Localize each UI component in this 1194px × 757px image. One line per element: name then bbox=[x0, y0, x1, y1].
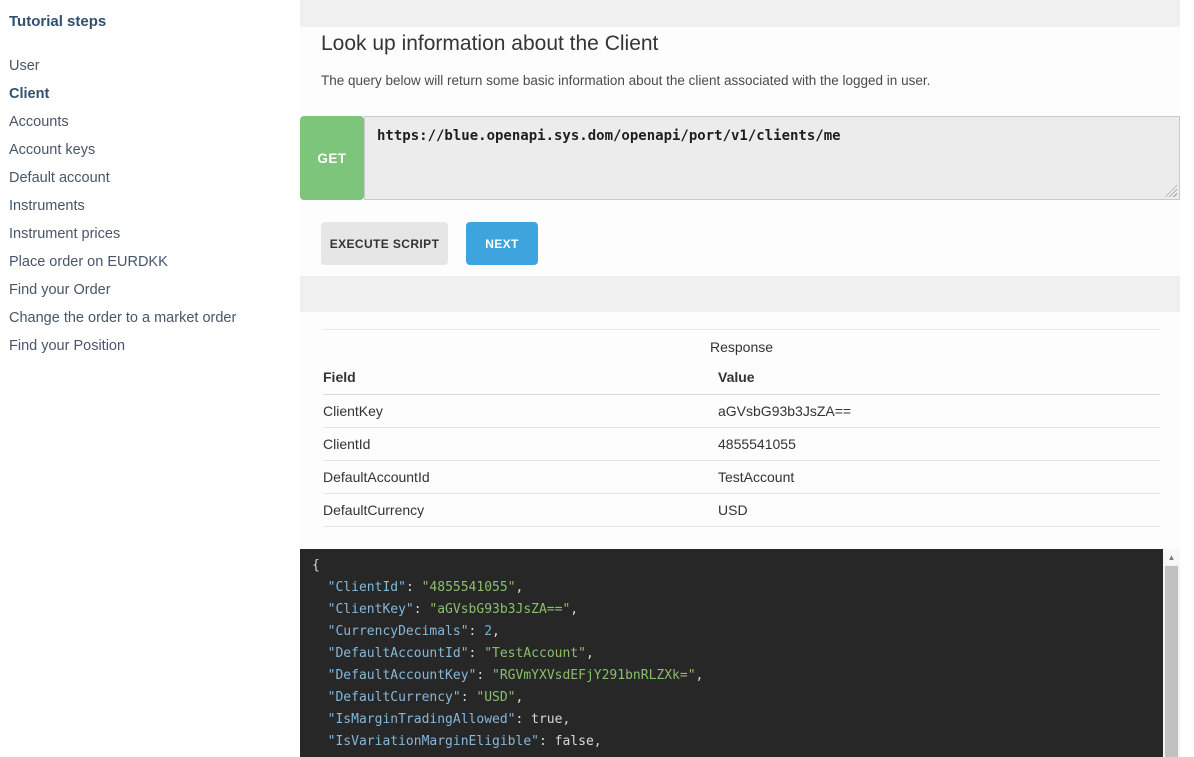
json-response-block: { "ClientId": "4855541055", "ClientKey":… bbox=[300, 549, 1180, 757]
sidebar-item-default-account[interactable]: Default account bbox=[9, 171, 290, 186]
page-title: Look up information about the Client bbox=[300, 27, 1180, 58]
table-row: DefaultCurrencyUSD bbox=[323, 494, 1160, 527]
sidebar-item-client[interactable]: Client bbox=[9, 87, 290, 102]
code-line: "DefaultAccountKey": "RGVmYXVsdEFjY291bn… bbox=[312, 665, 1163, 687]
field-cell: ClientId bbox=[323, 428, 718, 461]
table-row: ClientKeyaGVsbG93b3JsZA== bbox=[323, 395, 1160, 428]
response-caption: Response bbox=[323, 339, 1160, 355]
table-row: DefaultAccountIdTestAccount bbox=[323, 461, 1160, 494]
request-url-input[interactable]: https://blue.openapi.sys.dom/openapi/por… bbox=[364, 116, 1180, 200]
value-cell: TestAccount bbox=[718, 461, 1160, 494]
response-section: Response Field Value ClientKeyaGVsbG93b3… bbox=[323, 329, 1160, 527]
code-line: "IsVariationMarginEligible": false, bbox=[312, 731, 1163, 753]
sidebar-item-find-your-order[interactable]: Find your Order bbox=[9, 283, 290, 298]
code-line: "ClientId": "4855541055", bbox=[312, 577, 1163, 599]
resize-grip[interactable] bbox=[1165, 185, 1177, 197]
value-cell: USD bbox=[718, 494, 1160, 527]
sidebar-item-place-order-on-eurdkk[interactable]: Place order on EURDKK bbox=[9, 255, 290, 270]
query-panel: Look up information about the Client The… bbox=[300, 27, 1180, 276]
field-cell: DefaultAccountId bbox=[323, 461, 718, 494]
response-table-body: ClientKeyaGVsbG93b3JsZA==ClientId4855541… bbox=[323, 395, 1160, 527]
sidebar-item-instrument-prices[interactable]: Instrument prices bbox=[9, 227, 290, 242]
code-scrollbar[interactable]: ▲ bbox=[1163, 549, 1180, 757]
execute-script-button[interactable]: EXECUTE SCRIPT bbox=[321, 222, 448, 265]
code-line: "CurrencyDecimals": 2, bbox=[312, 621, 1163, 643]
sidebar-nav: User Client Accounts Account keys Default ac… bbox=[9, 59, 290, 354]
code-line: "ClientKey": "aGVsbG93b3JsZA==", bbox=[312, 599, 1163, 621]
request-row: GET https://blue.openapi.sys.dom/openapi… bbox=[300, 116, 1180, 200]
sidebar-item-user[interactable]: User bbox=[9, 59, 290, 74]
field-column-header: Field bbox=[323, 362, 718, 395]
scrollbar-thumb[interactable] bbox=[1165, 566, 1178, 757]
main-content: Look up information about the Client The… bbox=[300, 0, 1180, 757]
http-method-badge: GET bbox=[300, 116, 364, 200]
page-description: The query below will return some basic i… bbox=[300, 72, 1180, 89]
code-line: "LegalAssetTypes": [ bbox=[312, 753, 1163, 757]
sidebar-title: Tutorial steps bbox=[9, 13, 290, 30]
json-code: { "ClientId": "4855541055", "ClientKey":… bbox=[300, 549, 1163, 757]
sidebar-item-accounts[interactable]: Accounts bbox=[9, 115, 290, 130]
sidebar-item-find-your-position[interactable]: Find your Position bbox=[9, 339, 290, 354]
scroll-up-icon[interactable]: ▲ bbox=[1163, 549, 1180, 565]
response-table: Field Value ClientKeyaGVsbG93b3JsZA==Cli… bbox=[323, 362, 1160, 527]
code-line: { bbox=[312, 555, 1163, 577]
code-line: "DefaultCurrency": "USD", bbox=[312, 687, 1163, 709]
field-cell: DefaultCurrency bbox=[323, 494, 718, 527]
value-cell: 4855541055 bbox=[718, 428, 1160, 461]
response-panel: Response Field Value ClientKeyaGVsbG93b3… bbox=[300, 312, 1180, 757]
button-row: EXECUTE SCRIPT NEXT bbox=[300, 222, 1180, 265]
sidebar-item-account-keys[interactable]: Account keys bbox=[9, 143, 290, 158]
table-row: ClientId4855541055 bbox=[323, 428, 1160, 461]
code-line: "DefaultAccountId": "TestAccount", bbox=[312, 643, 1163, 665]
sidebar: Tutorial steps User Client Accounts Account… bbox=[0, 0, 300, 757]
value-column-header: Value bbox=[718, 362, 1160, 395]
next-button[interactable]: NEXT bbox=[466, 222, 538, 265]
table-header-row: Field Value bbox=[323, 362, 1160, 395]
sidebar-item-instruments[interactable]: Instruments bbox=[9, 199, 290, 214]
field-cell: ClientKey bbox=[323, 395, 718, 428]
sidebar-item-change-the-order-to-a-market-order[interactable]: Change the order to a market order bbox=[9, 311, 290, 326]
value-cell: aGVsbG93b3JsZA== bbox=[718, 395, 1160, 428]
code-line: "IsMarginTradingAllowed": true, bbox=[312, 709, 1163, 731]
